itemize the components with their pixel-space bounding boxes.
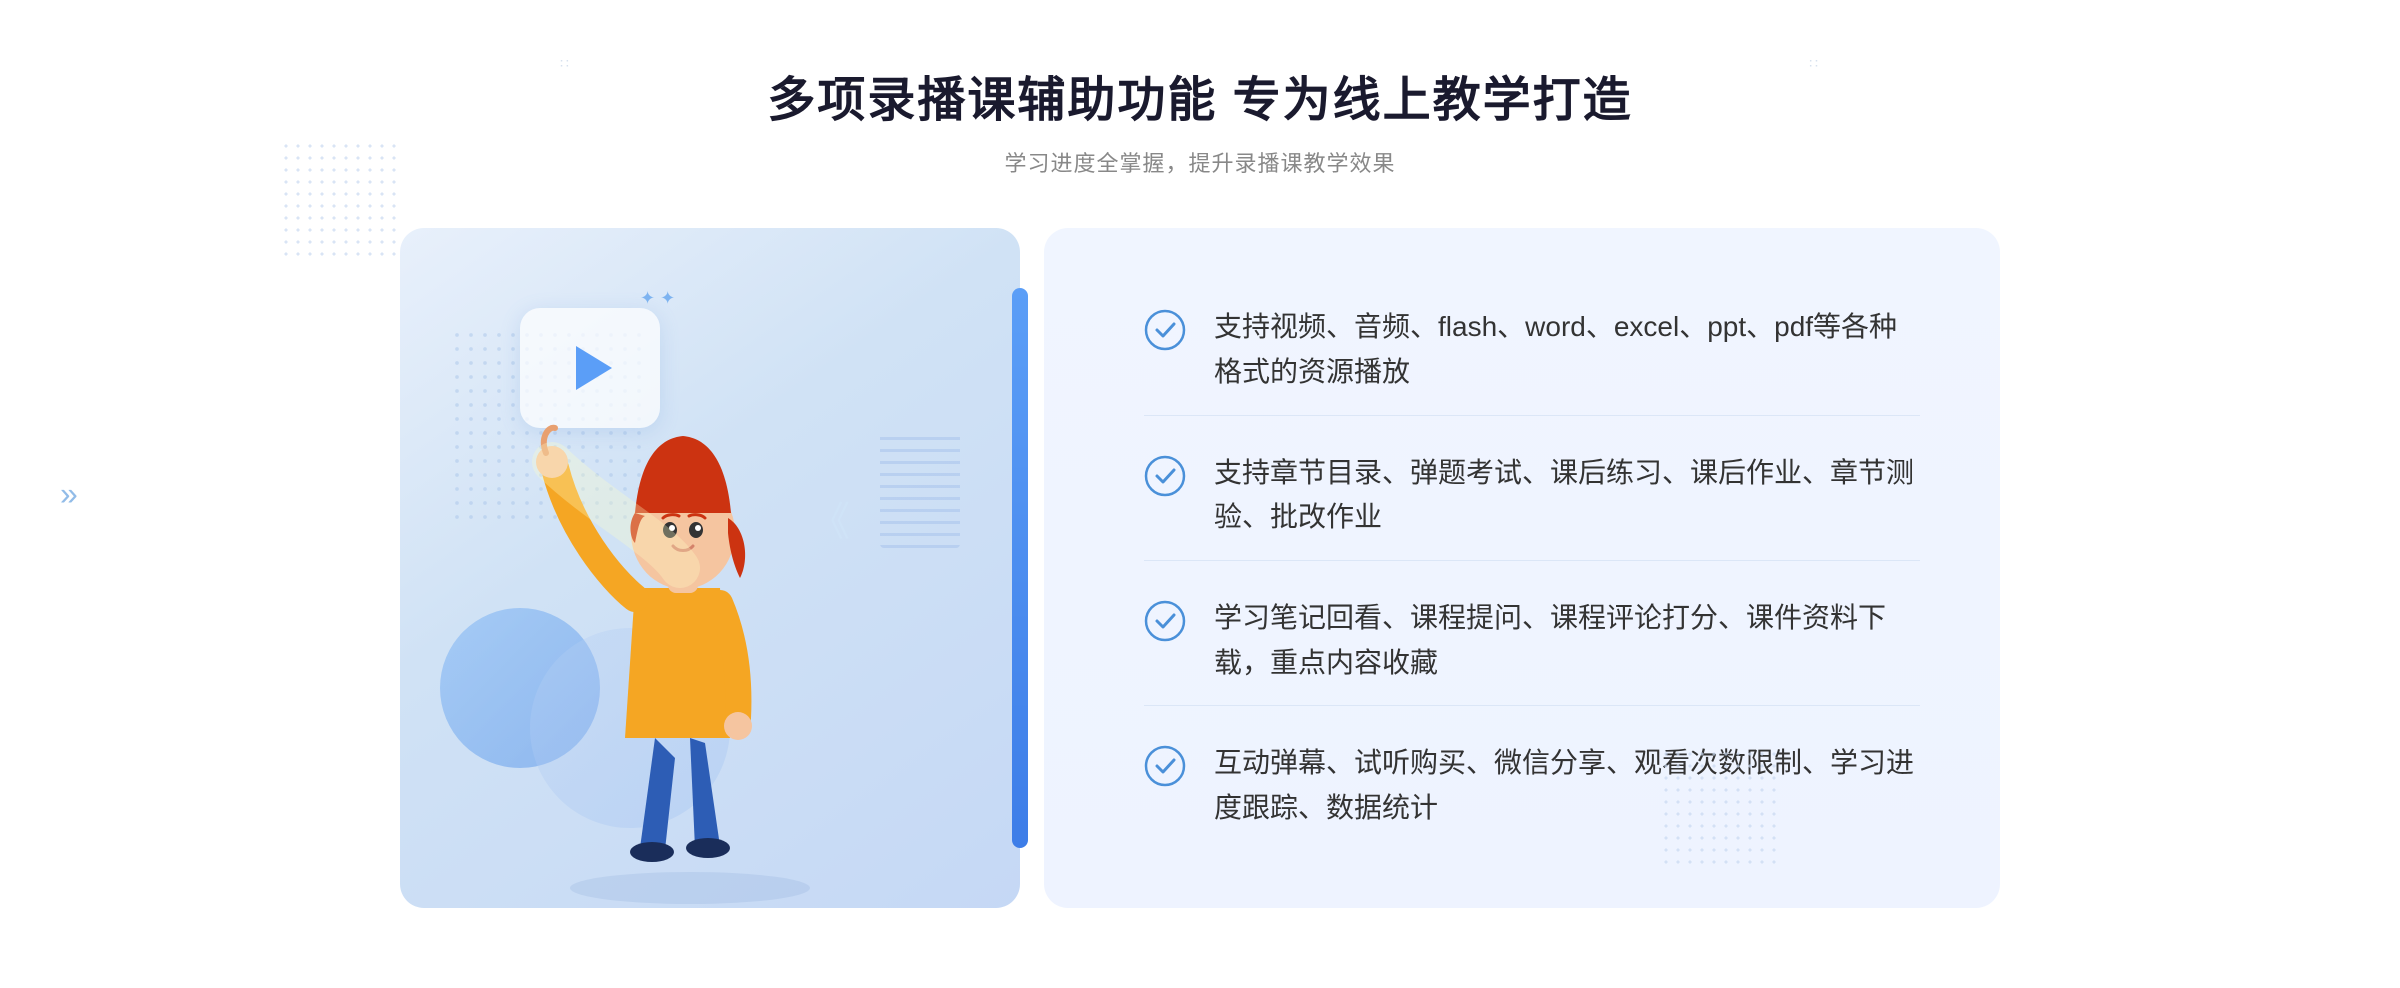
features-panel: 支持视频、音频、flash、word、excel、ppt、pdf等各种格式的资源… bbox=[1044, 228, 2000, 908]
illustration-panel: ✦ ✦ 《 bbox=[400, 228, 1020, 908]
feature-text-1: 支持视频、音频、flash、word、excel、ppt、pdf等各种格式的资源… bbox=[1214, 305, 1920, 395]
page-container: ∷ ∷ 多项录播课辅助功能 专为线上教学打造 学习进度全掌握，提升录播课教学效果… bbox=[0, 0, 2400, 988]
feature-item-1: 支持视频、音频、flash、word、excel、ppt、pdf等各种格式的资源… bbox=[1144, 285, 1920, 416]
check-icon-3 bbox=[1144, 600, 1186, 642]
feature-text-2: 支持章节目录、弹题考试、课后练习、课后作业、章节测验、批改作业 bbox=[1214, 451, 1920, 541]
chevron-left-decoration: » bbox=[60, 476, 78, 513]
check-icon-2 bbox=[1144, 455, 1186, 497]
feature-text-3: 学习笔记回看、课程提问、课程评论打分、课件资料下载，重点内容收藏 bbox=[1214, 596, 1920, 686]
feature-item-3: 学习笔记回看、课程提问、课程评论打分、课件资料下载，重点内容收藏 bbox=[1144, 576, 1920, 707]
page-subtitle: 学习进度全掌握，提升录播课教学效果 bbox=[767, 146, 1632, 178]
header-section: 多项录播课辅助功能 专为线上教学打造 学习进度全掌握，提升录播课教学效果 bbox=[767, 60, 1632, 178]
feature-item-2: 支持章节目录、弹题考试、课后练习、课后作业、章节测验、批改作业 bbox=[1144, 431, 1920, 562]
person-illustration bbox=[480, 368, 900, 908]
blue-accent-bar bbox=[1012, 288, 1028, 848]
star-decoration: ✦ ✦ bbox=[640, 288, 675, 309]
feature-text-4: 互动弹幕、试听购买、微信分享、观看次数限制、学习进度跟踪、数据统计 bbox=[1214, 741, 1920, 831]
check-icon-1 bbox=[1144, 309, 1186, 351]
page-title: 多项录播课辅助功能 专为线上教学打造 bbox=[767, 60, 1632, 130]
check-icon-4 bbox=[1144, 745, 1186, 787]
dot-pattern-top-left bbox=[280, 140, 400, 260]
feature-item-4: 互动弹幕、试听购买、微信分享、观看次数限制、学习进度跟踪、数据统计 bbox=[1144, 721, 1920, 851]
title-deco-left: ∷ bbox=[560, 55, 571, 72]
dot-pattern-bottom-right bbox=[1660, 748, 1780, 868]
title-deco-right: ∷ bbox=[1809, 55, 1820, 72]
